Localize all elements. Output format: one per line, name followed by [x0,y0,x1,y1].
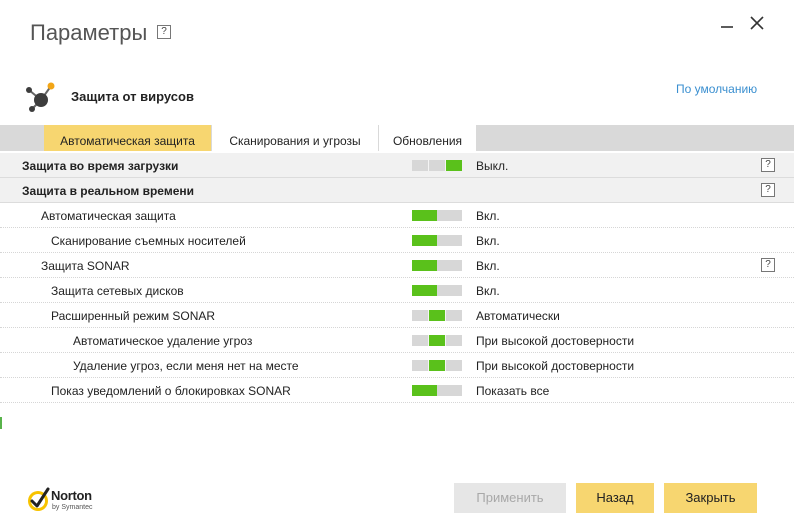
auto-remove-threats-slider[interactable] [412,335,462,346]
row-label: Расширенный режим SONAR [51,309,216,323]
settings-list: Защита во время загрузки Выкл. ? Защита … [0,153,794,403]
sonar-toggle[interactable] [412,260,462,271]
close-icon[interactable] [748,14,766,32]
settings-row-realtime-protection: Защита в реальном времени ? [0,178,794,203]
settings-row-sonar: Защита SONAR Вкл. ? [0,253,794,278]
toggle-divider [445,335,446,346]
toggle-divider [428,160,429,171]
row-value: При высокой достоверности [476,334,635,348]
sonar-advanced-slider[interactable] [412,310,462,321]
row-label: Защита во время загрузки [22,159,179,173]
row-label: Защита в реальном времени [22,184,194,198]
network-drives-toggle[interactable] [412,285,462,296]
toggle-fill [412,235,437,246]
help-icon[interactable]: ? [761,183,775,197]
window-edge-marker [0,417,2,429]
row-value: Вкл. [476,259,500,273]
row-value: Вкл. [476,209,500,223]
minimize-icon[interactable] [718,14,736,32]
window-title: Параметры [30,20,148,45]
apply-button[interactable]: Применить [454,483,566,513]
row-label: Показ уведомлений о блокировках SONAR [51,384,291,398]
settings-row-auto-protect: Автоматическая защита Вкл. [0,203,794,228]
back-button[interactable]: Назад [576,483,654,513]
boot-protection-toggle[interactable] [412,160,462,171]
row-label: Сканирование съемных носителей [51,234,246,248]
default-settings-link[interactable]: По умолчанию [676,82,757,96]
row-value: Выкл. [476,159,509,173]
toggle-fill [412,210,437,221]
toggle-fill [412,285,437,296]
settings-row-removable-media-scan: Сканирование съемных носителей Вкл. [0,228,794,253]
help-icon[interactable]: ? [761,258,775,272]
sonar-notifications-toggle[interactable] [412,385,462,396]
section-title: Защита от вирусов [71,89,194,104]
row-label: Защита SONAR [41,259,130,273]
row-value: Вкл. [476,234,500,248]
row-value: Автоматически [476,309,560,323]
settings-row-network-drives: Защита сетевых дисков Вкл. [0,278,794,303]
title-help-icon[interactable]: ? [157,25,171,39]
row-value: Показать все [476,384,550,398]
toggle-fill [429,360,445,371]
tab-scans-and-risks[interactable]: Сканирования и угрозы [212,125,379,151]
settings-row-sonar-advanced: Расширенный режим SONAR Автоматически [0,303,794,328]
row-label: Защита сетевых дисков [51,284,184,298]
toggle-fill [446,160,462,171]
tab-auto-protect[interactable]: Автоматическая защита [44,125,212,151]
norton-logo: Norton by Symantec [26,486,98,516]
help-icon[interactable]: ? [761,158,775,172]
row-label: Автоматическое удаление угроз [73,334,253,348]
removable-media-scan-toggle[interactable] [412,235,462,246]
close-button[interactable]: Закрыть [664,483,757,513]
row-label: Удаление угроз, если меня нет на месте [73,359,299,373]
settings-row-boot-protection: Защита во время загрузки Выкл. ? [0,153,794,178]
remove-when-away-slider[interactable] [412,360,462,371]
toggle-fill [412,260,437,271]
toggle-fill [412,385,437,396]
toggle-fill [429,335,445,346]
auto-protect-toggle[interactable] [412,210,462,221]
tab-updates[interactable]: Обновления [379,125,477,151]
norton-check-icon [28,487,50,511]
brand-name: Norton [51,488,92,503]
settings-row-remove-when-away: Удаление угроз, если меня нет на месте П… [0,353,794,378]
tab-bar: Автоматическая защита Сканирования и угр… [0,125,794,151]
settings-row-sonar-notifications: Показ уведомлений о блокировках SONAR По… [0,378,794,403]
row-label: Автоматическая защита [41,209,176,223]
virus-protection-icon [26,82,55,112]
toggle-divider [445,360,446,371]
brand-subtitle: by Symantec [52,504,93,511]
row-value: При высокой достоверности [476,359,635,373]
toggle-fill [429,310,445,321]
toggle-divider [445,310,446,321]
row-value: Вкл. [476,284,500,298]
settings-row-auto-remove-threats: Автоматическое удаление угроз При высоко… [0,328,794,353]
